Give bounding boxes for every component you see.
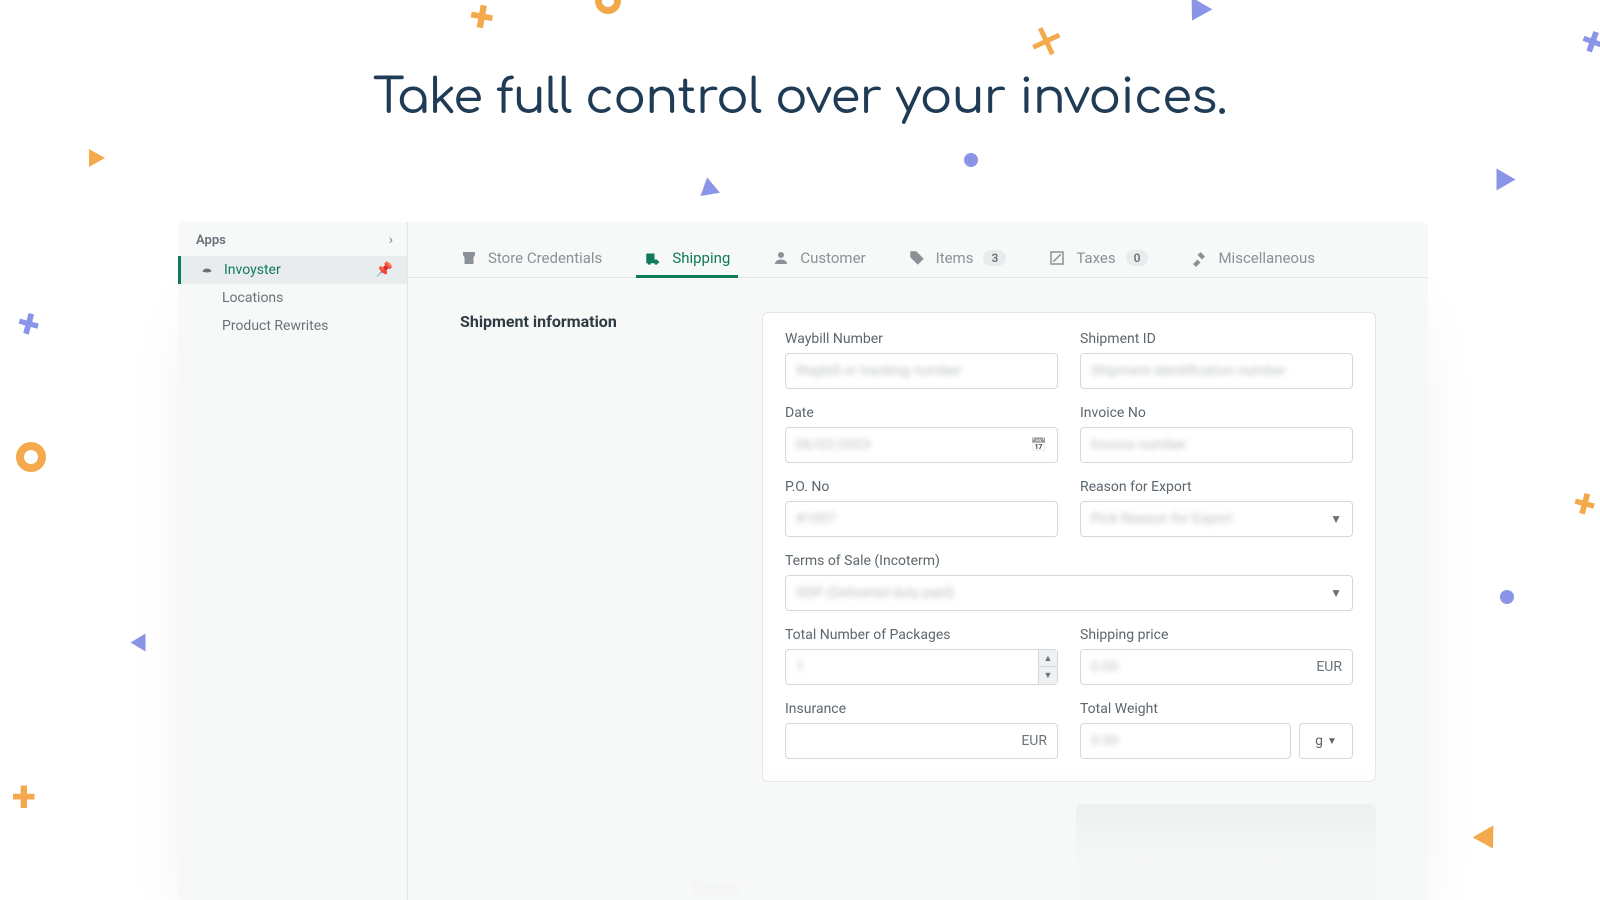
percent-icon bbox=[1048, 249, 1066, 267]
tab-label: Store Credentials bbox=[488, 249, 602, 267]
decor-plus: + bbox=[1569, 478, 1600, 529]
decor-dot bbox=[964, 153, 978, 167]
label-date: Date bbox=[785, 405, 1058, 421]
decor-plus: + bbox=[466, 0, 498, 44]
sidebar-item-label: Invoyster bbox=[224, 262, 281, 278]
content-area: Store Credentials Shipping Customer Item… bbox=[408, 222, 1428, 900]
decor-plus: + bbox=[12, 770, 36, 822]
decor-circle bbox=[595, 0, 621, 14]
pin-icon[interactable]: 📌 bbox=[376, 262, 393, 278]
label-shipment-id: Shipment ID bbox=[1080, 331, 1353, 347]
decor-plus: + bbox=[1575, 16, 1600, 68]
spinner-up[interactable]: ▲ bbox=[1039, 650, 1057, 667]
input-shipment-id[interactable]: Shipment identification number bbox=[1080, 353, 1353, 389]
taxes-count-badge: 0 bbox=[1126, 250, 1149, 266]
label-insurance: Insurance bbox=[785, 701, 1058, 717]
tab-label: Shipping bbox=[672, 249, 730, 267]
tab-shipping[interactable]: Shipping bbox=[644, 238, 730, 277]
select-reason-export[interactable]: Pick Reason for Export▼ bbox=[1080, 501, 1353, 537]
tab-label: Miscellaneous bbox=[1218, 249, 1315, 267]
label-waybill: Waybill Number bbox=[785, 331, 1058, 347]
tab-store-credentials[interactable]: Store Credentials bbox=[460, 238, 602, 277]
chevron-right-icon: › bbox=[389, 232, 393, 248]
input-waybill[interactable]: Waybill or tracking number bbox=[785, 353, 1058, 389]
store-icon bbox=[460, 249, 478, 267]
label-packages: Total Number of Packages bbox=[785, 627, 1058, 643]
app-icon bbox=[200, 263, 214, 277]
tab-taxes[interactable]: Taxes 0 bbox=[1048, 238, 1148, 277]
sidebar: Apps › Invoyster 📌 Locations Product Rew… bbox=[178, 222, 408, 900]
label-invoice-no: Invoice No bbox=[1080, 405, 1353, 421]
tab-bar: Store Credentials Shipping Customer Item… bbox=[408, 222, 1428, 278]
decor-triangle bbox=[694, 177, 720, 203]
caret-down-icon: ▼ bbox=[1330, 512, 1342, 526]
decor-dot bbox=[1500, 590, 1514, 604]
decor-triangle bbox=[1497, 169, 1516, 191]
sidebar-item-product-rewrites[interactable]: Product Rewrites bbox=[178, 312, 407, 340]
label-shipping-price: Shipping price bbox=[1080, 627, 1353, 643]
label-total-weight: Total Weight bbox=[1080, 701, 1353, 717]
decor-plus: + bbox=[12, 298, 45, 349]
decor-triangle bbox=[89, 149, 105, 167]
input-insurance[interactable]: EUR bbox=[785, 723, 1058, 759]
input-date[interactable]: 06/02/2023 bbox=[785, 427, 1058, 463]
page-headline: Take full control over your invoices. bbox=[0, 72, 1600, 125]
section-title: Shipment information bbox=[460, 312, 720, 782]
input-shipping-price[interactable]: 0.00EUR bbox=[1080, 649, 1353, 685]
currency-suffix: EUR bbox=[1308, 659, 1342, 675]
decor-plus: ✕ bbox=[1023, 16, 1068, 69]
shipment-card: Waybill Number Waybill or tracking numbe… bbox=[762, 312, 1376, 782]
sidebar-header-label: Apps bbox=[196, 233, 226, 248]
sidebar-item-locations[interactable]: Locations bbox=[178, 284, 407, 312]
number-spinner[interactable]: ▲▼ bbox=[1038, 650, 1057, 684]
user-icon bbox=[772, 249, 790, 267]
tag-icon bbox=[908, 249, 926, 267]
select-weight-unit[interactable]: g▼ bbox=[1299, 723, 1353, 759]
sidebar-header[interactable]: Apps › bbox=[178, 222, 407, 256]
label-reason-export: Reason for Export bbox=[1080, 479, 1353, 495]
truck-icon bbox=[644, 249, 662, 267]
tools-icon bbox=[1190, 249, 1208, 267]
tab-label: Taxes bbox=[1076, 249, 1115, 267]
tab-label: Customer bbox=[800, 249, 865, 267]
input-packages[interactable]: 1 ▲▼ bbox=[785, 649, 1058, 685]
sidebar-item-invoyster[interactable]: Invoyster 📌 bbox=[178, 256, 407, 284]
tab-label: Items bbox=[936, 249, 974, 267]
app-window: Apps › Invoyster 📌 Locations Product Rew… bbox=[178, 222, 1428, 900]
input-po-no[interactable]: #1007 bbox=[785, 501, 1058, 537]
decor-triangle bbox=[1182, 0, 1213, 27]
currency-suffix: EUR bbox=[1013, 733, 1047, 749]
tab-items[interactable]: Items 3 bbox=[908, 238, 1007, 277]
decor-triangle bbox=[1473, 825, 1504, 854]
spinner-down[interactable]: ▼ bbox=[1039, 667, 1057, 684]
label-po-no: P.O. No bbox=[785, 479, 1058, 495]
select-incoterm[interactable]: DDP (Delivered duty paid)▼ bbox=[785, 575, 1353, 611]
input-total-weight[interactable]: 0.00 bbox=[1080, 723, 1291, 759]
label-incoterm: Terms of Sale (Incoterm) bbox=[785, 553, 1353, 569]
items-count-badge: 3 bbox=[983, 250, 1006, 266]
caret-down-icon: ▼ bbox=[1330, 586, 1342, 600]
tab-miscellaneous[interactable]: Miscellaneous bbox=[1190, 238, 1315, 277]
decor-triangle bbox=[131, 634, 146, 652]
caret-down-icon: ▼ bbox=[1327, 736, 1337, 747]
totals-summary-card bbox=[1076, 804, 1376, 900]
input-invoice-no[interactable]: Invoice number bbox=[1080, 427, 1353, 463]
decor-circle bbox=[16, 442, 46, 472]
tab-customer[interactable]: Customer bbox=[772, 238, 865, 277]
